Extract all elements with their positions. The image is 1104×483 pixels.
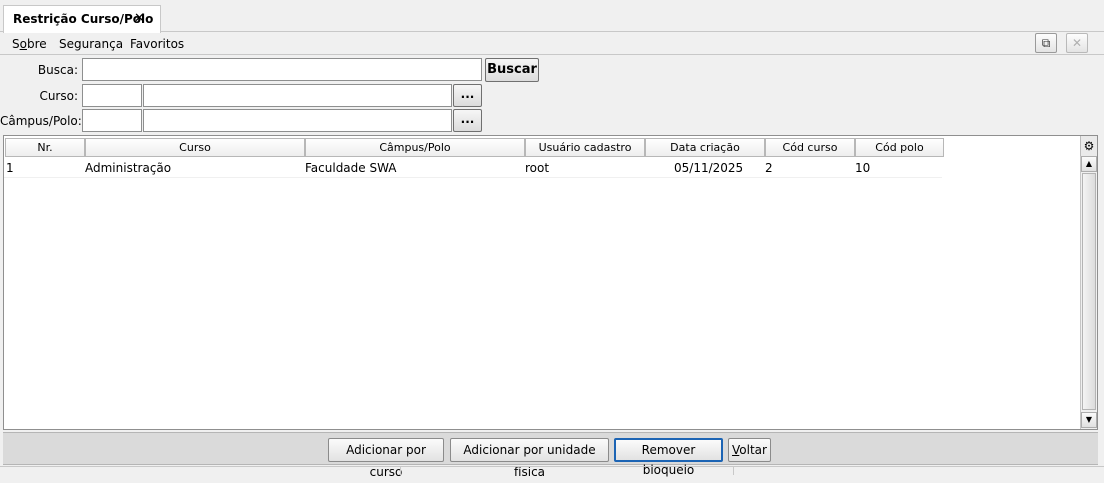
column-header-cod-polo[interactable]: Cód polo: [855, 138, 944, 157]
cell-usuario: root: [525, 161, 550, 175]
footer-button-bar: Adicionar por curso Adicionar por unidad…: [3, 432, 1098, 479]
menu-seguranca[interactable]: Segurança: [59, 37, 123, 51]
campus-name-input[interactable]: [143, 109, 452, 132]
column-header-usuario[interactable]: Usuário cadastro: [525, 138, 645, 157]
back-button[interactable]: Voltar: [728, 438, 771, 462]
cell-cod-polo: 10: [855, 161, 871, 175]
busca-label: Busca:: [37, 63, 78, 77]
detach-window-icon[interactable]: ⧉: [1035, 33, 1057, 53]
menu-bar: Sobre Segurança Favoritos: [0, 33, 1104, 55]
curso-name-input[interactable]: [143, 84, 452, 107]
vertical-scrollbar[interactable]: ▲ ▼: [1080, 156, 1097, 429]
cell-curso: Administração: [85, 161, 172, 175]
scroll-down-arrow-icon[interactable]: ▼: [1081, 412, 1097, 428]
remove-block-button[interactable]: Remover bloqueio: [614, 438, 723, 477]
tab-close-icon[interactable]: ✕: [134, 11, 145, 26]
campus-lookup-button[interactable]: ...: [453, 109, 482, 132]
add-by-course-button[interactable]: Adicionar por curso: [328, 438, 444, 479]
campus-label: Câmpus/Polo:: [0, 114, 82, 128]
menu-sobre-rest: bre: [26, 37, 47, 51]
column-header-nr[interactable]: Nr.: [5, 138, 85, 157]
menu-sobre-mnemonic: o: [19, 37, 27, 51]
column-header-cod-curso[interactable]: Cód curso: [765, 138, 855, 157]
column-header-campus[interactable]: Câmpus/Polo: [305, 138, 525, 157]
tab-strip: Restrição Curso/Polo ✕: [0, 0, 1104, 33]
results-table[interactable]: Nr. Curso Câmpus/Polo Usuário cadastro D…: [3, 135, 1098, 430]
back-label-rest: oltar: [739, 443, 767, 457]
tab-title: Restrição Curso/Polo: [13, 12, 154, 26]
cell-data: 05/11/2025: [674, 161, 744, 175]
cell-cod-curso: 2: [765, 161, 773, 175]
curso-label: Curso:: [39, 89, 78, 103]
curso-code-input[interactable]: [82, 84, 142, 107]
scroll-up-arrow-icon[interactable]: ▲: [1081, 156, 1097, 172]
buscar-button[interactable]: Buscar: [485, 58, 539, 82]
menu-favoritos[interactable]: Favoritos: [130, 37, 184, 51]
busca-input[interactable]: [82, 58, 482, 81]
add-by-unit-button[interactable]: Adicionar por unidade física: [450, 438, 609, 479]
close-window-icon[interactable]: ✕: [1066, 33, 1088, 53]
curso-lookup-button[interactable]: ...: [453, 84, 482, 107]
menu-sobre-prefix: S: [12, 37, 20, 51]
campus-code-input[interactable]: [82, 109, 142, 132]
column-settings-gear-icon[interactable]: ⚙: [1080, 136, 1097, 156]
menu-sobre[interactable]: Sobre: [12, 37, 47, 51]
tab-restricao-curso-polo[interactable]: Restrição Curso/Polo ✕: [3, 5, 161, 33]
cell-campus: Faculdade SWA: [305, 161, 397, 175]
scrollbar-thumb[interactable]: [1082, 173, 1096, 410]
column-header-curso[interactable]: Curso: [85, 138, 305, 157]
table-row[interactable]: 1 Administração Faculdade SWA root 05/11…: [4, 158, 942, 178]
column-header-data[interactable]: Data criação: [645, 138, 765, 157]
cell-nr: 1: [6, 161, 14, 175]
status-bar: [0, 466, 1104, 475]
